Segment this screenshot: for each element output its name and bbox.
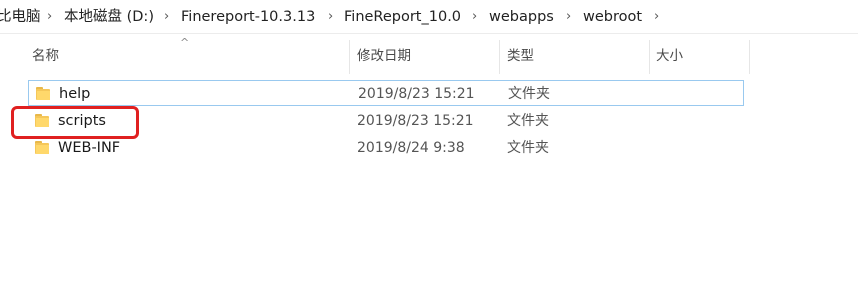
folder-icon (36, 87, 50, 100)
file-name: WEB-INF (58, 140, 121, 156)
breadcrumb-item-webroot[interactable]: webroot (583, 7, 642, 27)
breadcrumb: 比电脑 › 本地磁盘 (D:) › Finereport-10.3.13 › F… (0, 0, 858, 34)
file-type: 文件夹 (508, 86, 550, 102)
column-header-type[interactable]: 类型 (507, 47, 534, 65)
column-header-size[interactable]: 大小 (656, 47, 683, 65)
file-date-modified: 2019/8/24 9:38 (357, 140, 465, 156)
breadcrumb-separator-icon[interactable]: › (654, 7, 659, 27)
column-divider[interactable] (349, 40, 350, 74)
breadcrumb-item-finereport-100[interactable]: FineReport_10.0 (344, 7, 461, 27)
sort-ascending-icon: ^ (180, 36, 190, 49)
column-divider[interactable] (499, 40, 500, 74)
file-type: 文件夹 (507, 113, 549, 129)
breadcrumb-item-this-pc[interactable]: 比电脑 (0, 7, 41, 27)
breadcrumb-item-finereport-10313[interactable]: Finereport-10.3.13 (181, 7, 315, 27)
file-date-modified: 2019/8/23 15:21 (357, 113, 474, 129)
file-type: 文件夹 (507, 140, 549, 156)
list-item-help[interactable]: help 2019/8/23 15:21 文件夹 (28, 80, 744, 106)
breadcrumb-separator-icon[interactable]: › (164, 7, 169, 27)
breadcrumb-separator-icon[interactable]: › (47, 7, 52, 27)
column-divider[interactable] (649, 40, 650, 74)
file-date-modified: 2019/8/23 15:21 (358, 86, 475, 102)
breadcrumb-item-drive-d[interactable]: 本地磁盘 (D:) (64, 7, 154, 27)
file-name: help (59, 86, 91, 102)
breadcrumb-separator-icon[interactable]: › (328, 7, 333, 27)
column-divider[interactable] (749, 40, 750, 74)
column-header-date-modified[interactable]: 修改日期 (357, 47, 411, 65)
breadcrumb-item-webapps[interactable]: webapps (489, 7, 554, 27)
list-item-web-inf[interactable]: WEB-INF 2019/8/24 9:38 文件夹 (28, 135, 744, 161)
column-header-name[interactable]: 名称 (32, 47, 59, 65)
folder-icon (35, 141, 49, 154)
highlight-annotation-box (11, 106, 139, 139)
breadcrumb-separator-icon[interactable]: › (472, 7, 477, 27)
breadcrumb-separator-icon[interactable]: › (566, 7, 571, 27)
